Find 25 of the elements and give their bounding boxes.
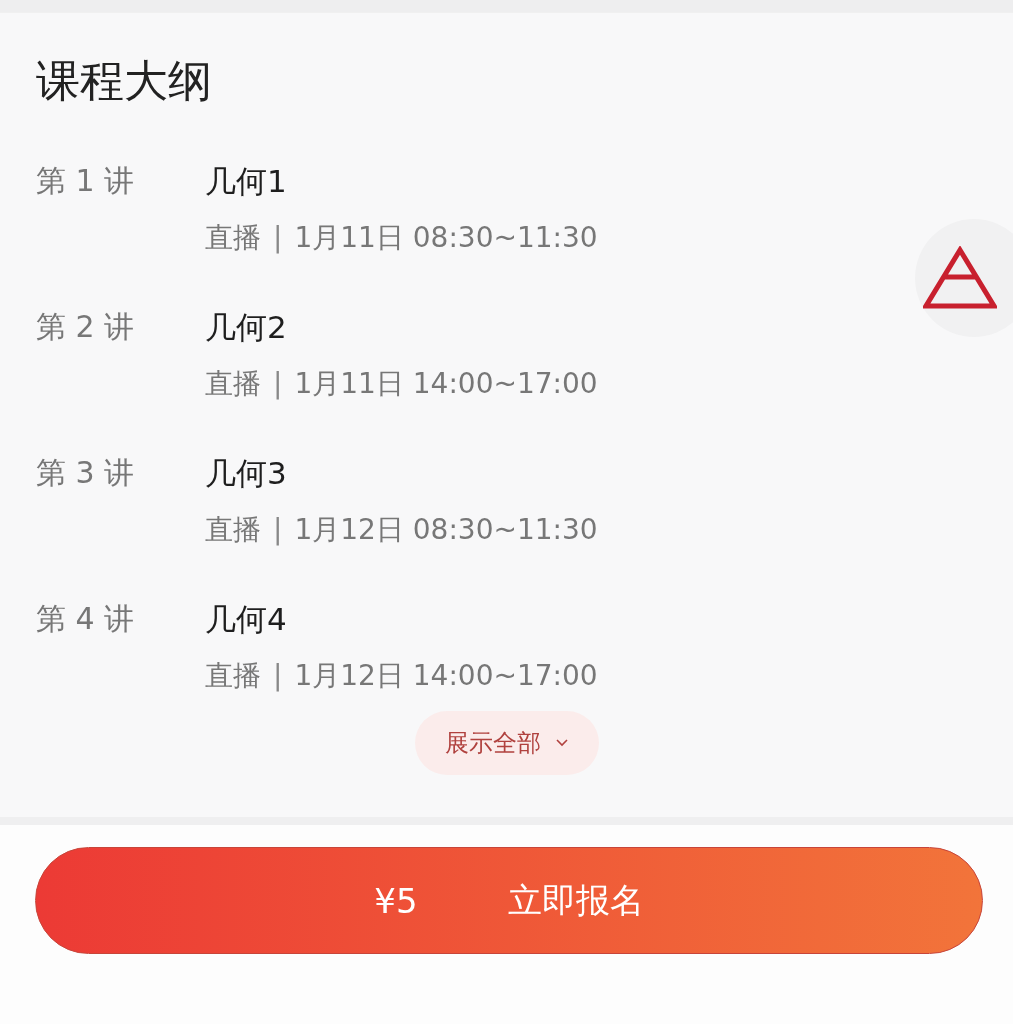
separator: |: [273, 513, 283, 548]
lesson-number: 第 3 讲: [36, 455, 136, 493]
separator: |: [273, 221, 283, 256]
triangle-icon: [923, 246, 997, 310]
enroll-button[interactable]: ¥5 立即报名: [35, 847, 983, 954]
lesson-title[interactable]: 几何2: [205, 309, 598, 346]
lesson-title[interactable]: 几何4: [205, 601, 598, 638]
lesson-mode: 直播: [205, 659, 261, 694]
chevron-down-icon: [554, 738, 569, 749]
lesson-mode: 直播: [205, 367, 261, 402]
lesson-mode: 直播: [205, 221, 261, 256]
show-all-button[interactable]: 展示全部: [414, 711, 599, 776]
separator: |: [273, 659, 283, 694]
lesson-title[interactable]: 几何3: [205, 455, 598, 492]
lesson-number: 第 1 讲: [36, 163, 136, 201]
lesson-time: 1月11日 08:30~11:30: [294, 221, 598, 256]
lesson-number: 第 4 讲: [36, 601, 136, 639]
lesson-time: 1月11日 14:00~17:00: [294, 367, 598, 402]
lesson-mode: 直播: [205, 513, 261, 548]
separator: |: [273, 367, 283, 402]
lesson-time: 1月12日 08:30~11:30: [294, 513, 598, 548]
lesson-title[interactable]: 几何1: [205, 163, 598, 200]
section-title: 课程大纲: [36, 57, 213, 106]
lesson-number: 第 2 讲: [36, 309, 136, 347]
lesson-time: 1月12日 14:00~17:00: [294, 659, 598, 694]
